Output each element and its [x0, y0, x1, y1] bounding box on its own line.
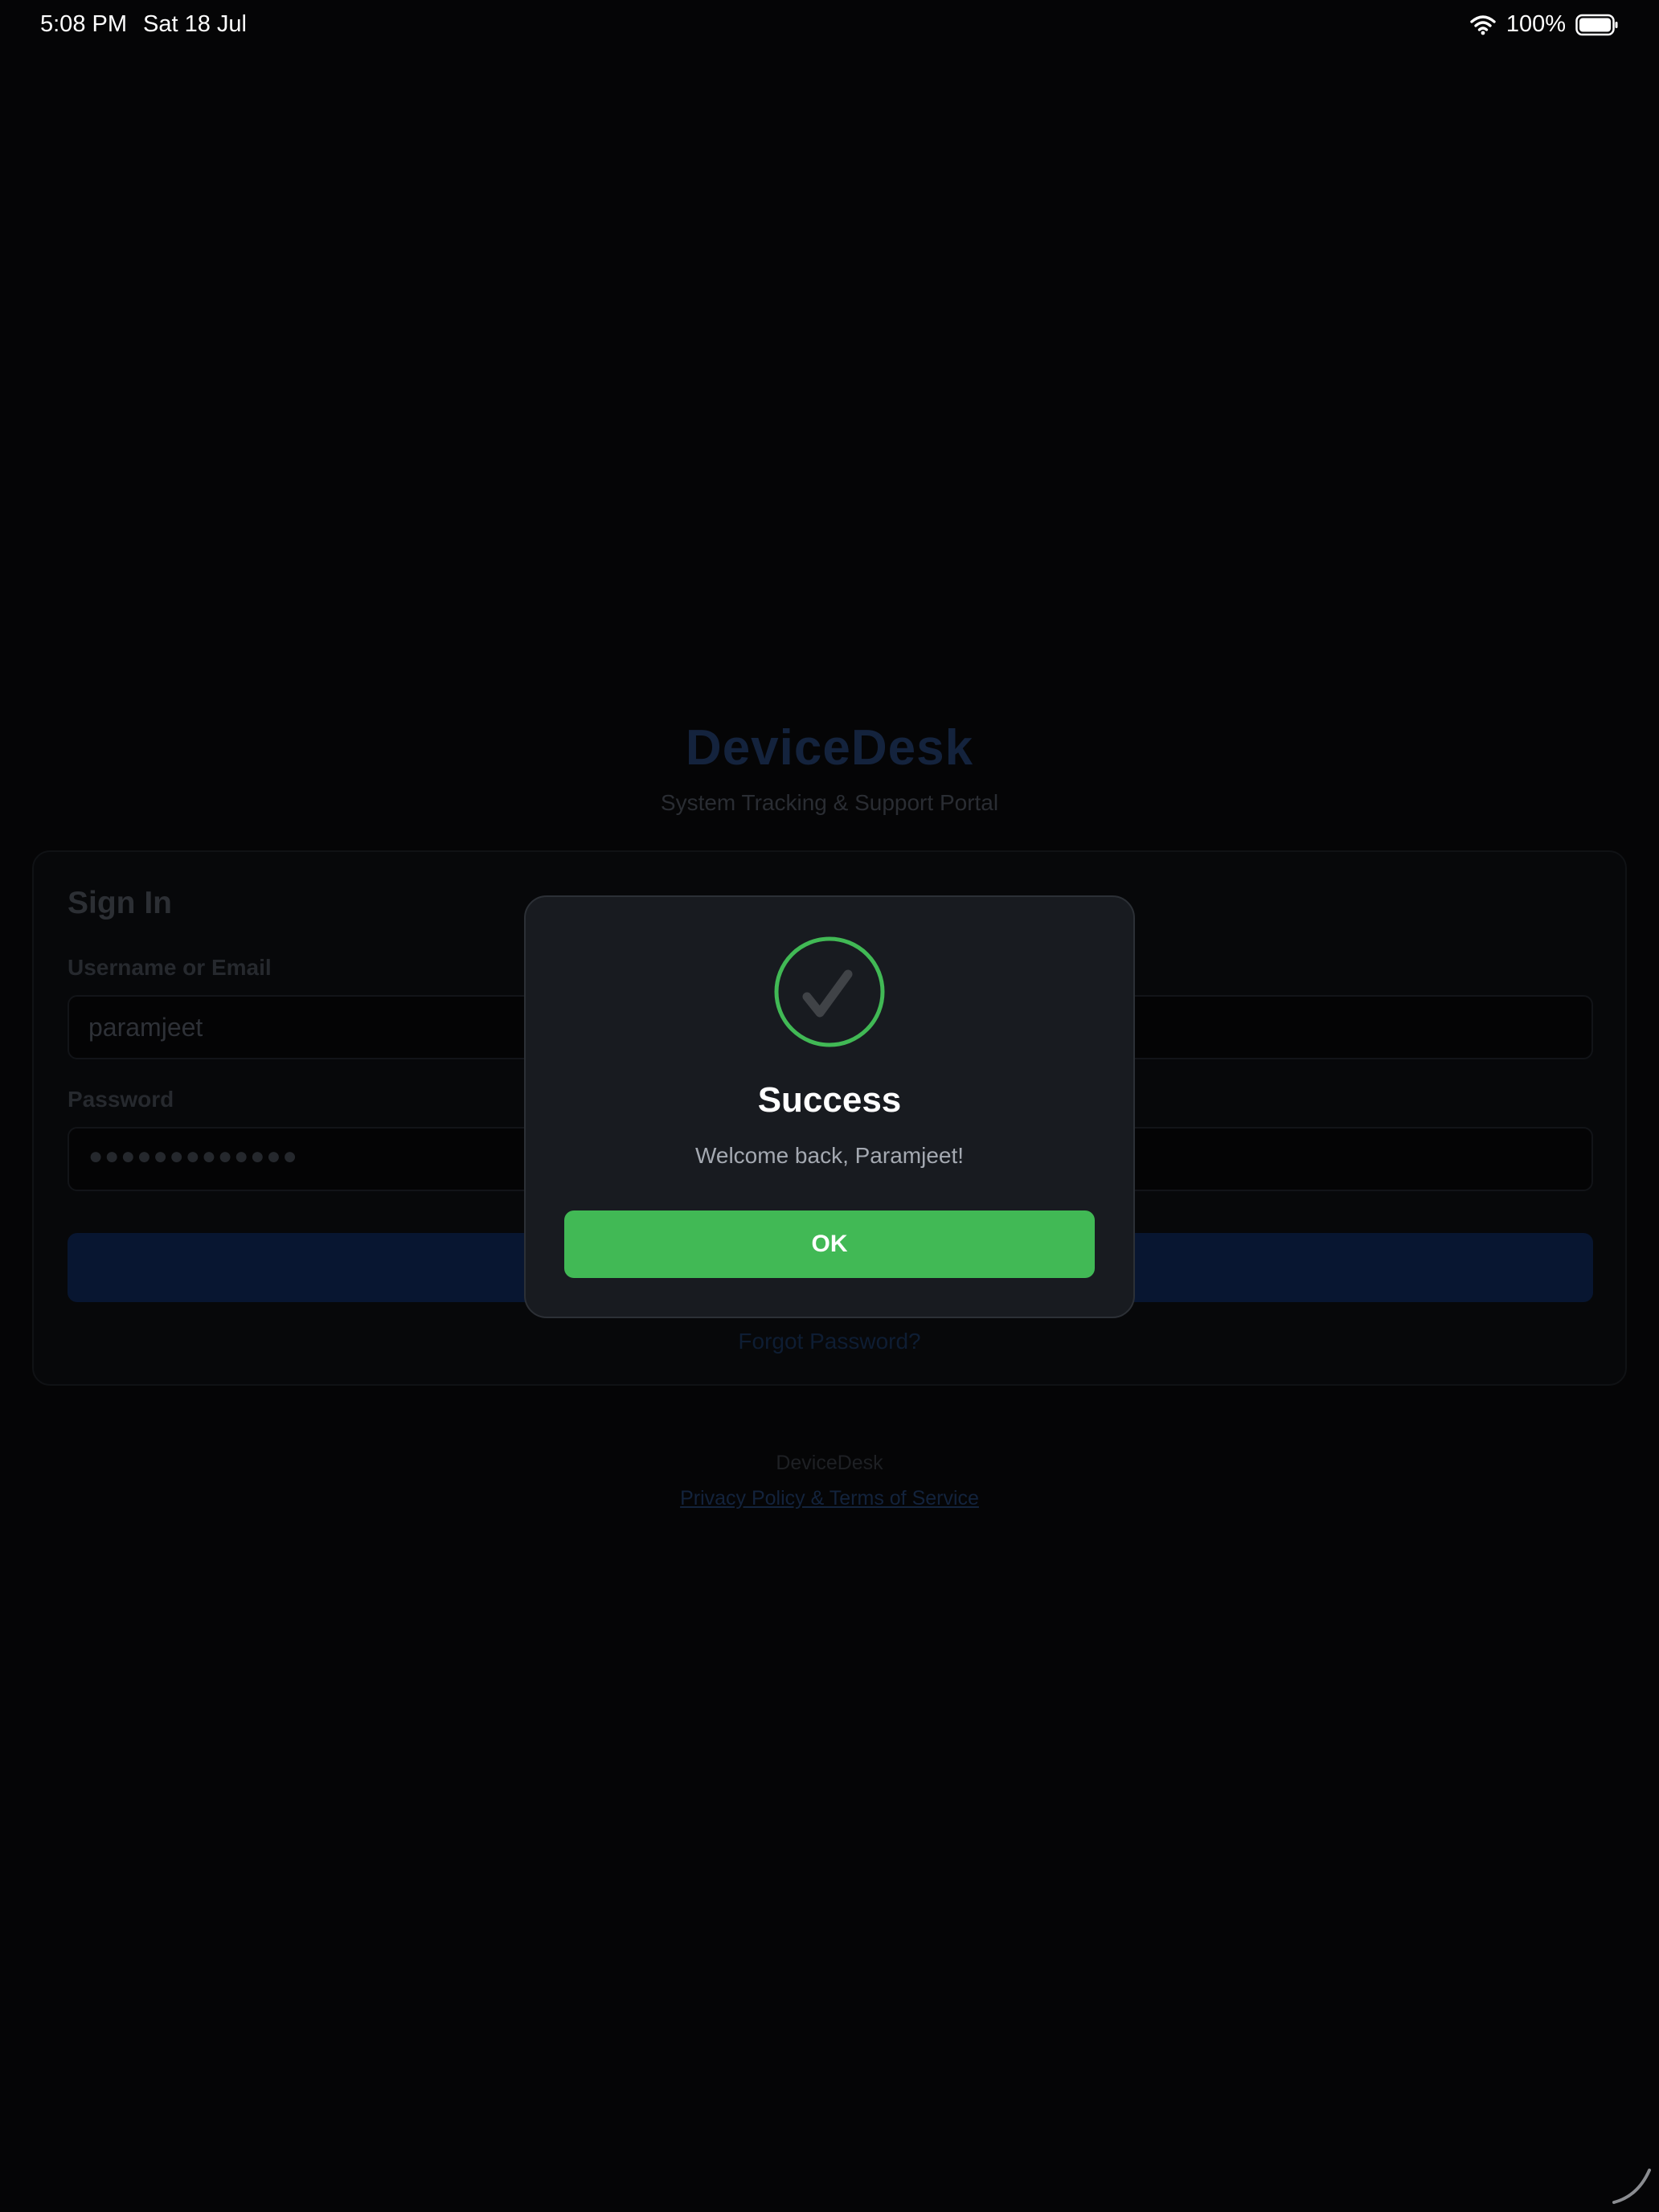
forgot-password-link[interactable]: Forgot Password?: [34, 1329, 1625, 1354]
password-masked-value: ●●●●●●●●●●●●●: [88, 1143, 299, 1169]
screen: 5:08 PM Sat 18 Jul 100% DeviceDesk Syste…: [0, 0, 1659, 2212]
modal-message: Welcome back, Paramjeet!: [694, 1143, 965, 1168]
wifi-icon: [1470, 14, 1496, 35]
battery-percentage: 100%: [1505, 11, 1566, 37]
corner-curve-icon: [1612, 2169, 1651, 2204]
success-modal: Success Welcome back, Paramjeet! OK: [524, 895, 1135, 1318]
battery-icon: [1575, 14, 1618, 35]
status-right-group: 100%: [1469, 11, 1619, 38]
brand-subtitle: System Tracking & Support Portal: [660, 790, 999, 815]
password-label: Password: [68, 1087, 174, 1112]
status-time: 5:08 PM: [40, 11, 127, 37]
modal-title: Success: [757, 1080, 902, 1120]
username-label: Username or Email: [68, 955, 272, 980]
footer-brand: DeviceDesk: [776, 1452, 883, 1474]
username-value: paramjeet: [88, 1013, 203, 1042]
brand-title: DeviceDesk: [685, 720, 974, 776]
status-bar: 5:08 PM Sat 18 Jul 100%: [0, 0, 1659, 51]
privacy-terms-link[interactable]: Privacy Policy & Terms of Service: [0, 1487, 1659, 1510]
signin-heading: Sign In: [68, 886, 172, 920]
ok-button[interactable]: OK: [564, 1210, 1095, 1278]
status-date: Sat 18 Jul: [143, 11, 247, 37]
checkmark-circle-icon: [774, 936, 885, 1047]
